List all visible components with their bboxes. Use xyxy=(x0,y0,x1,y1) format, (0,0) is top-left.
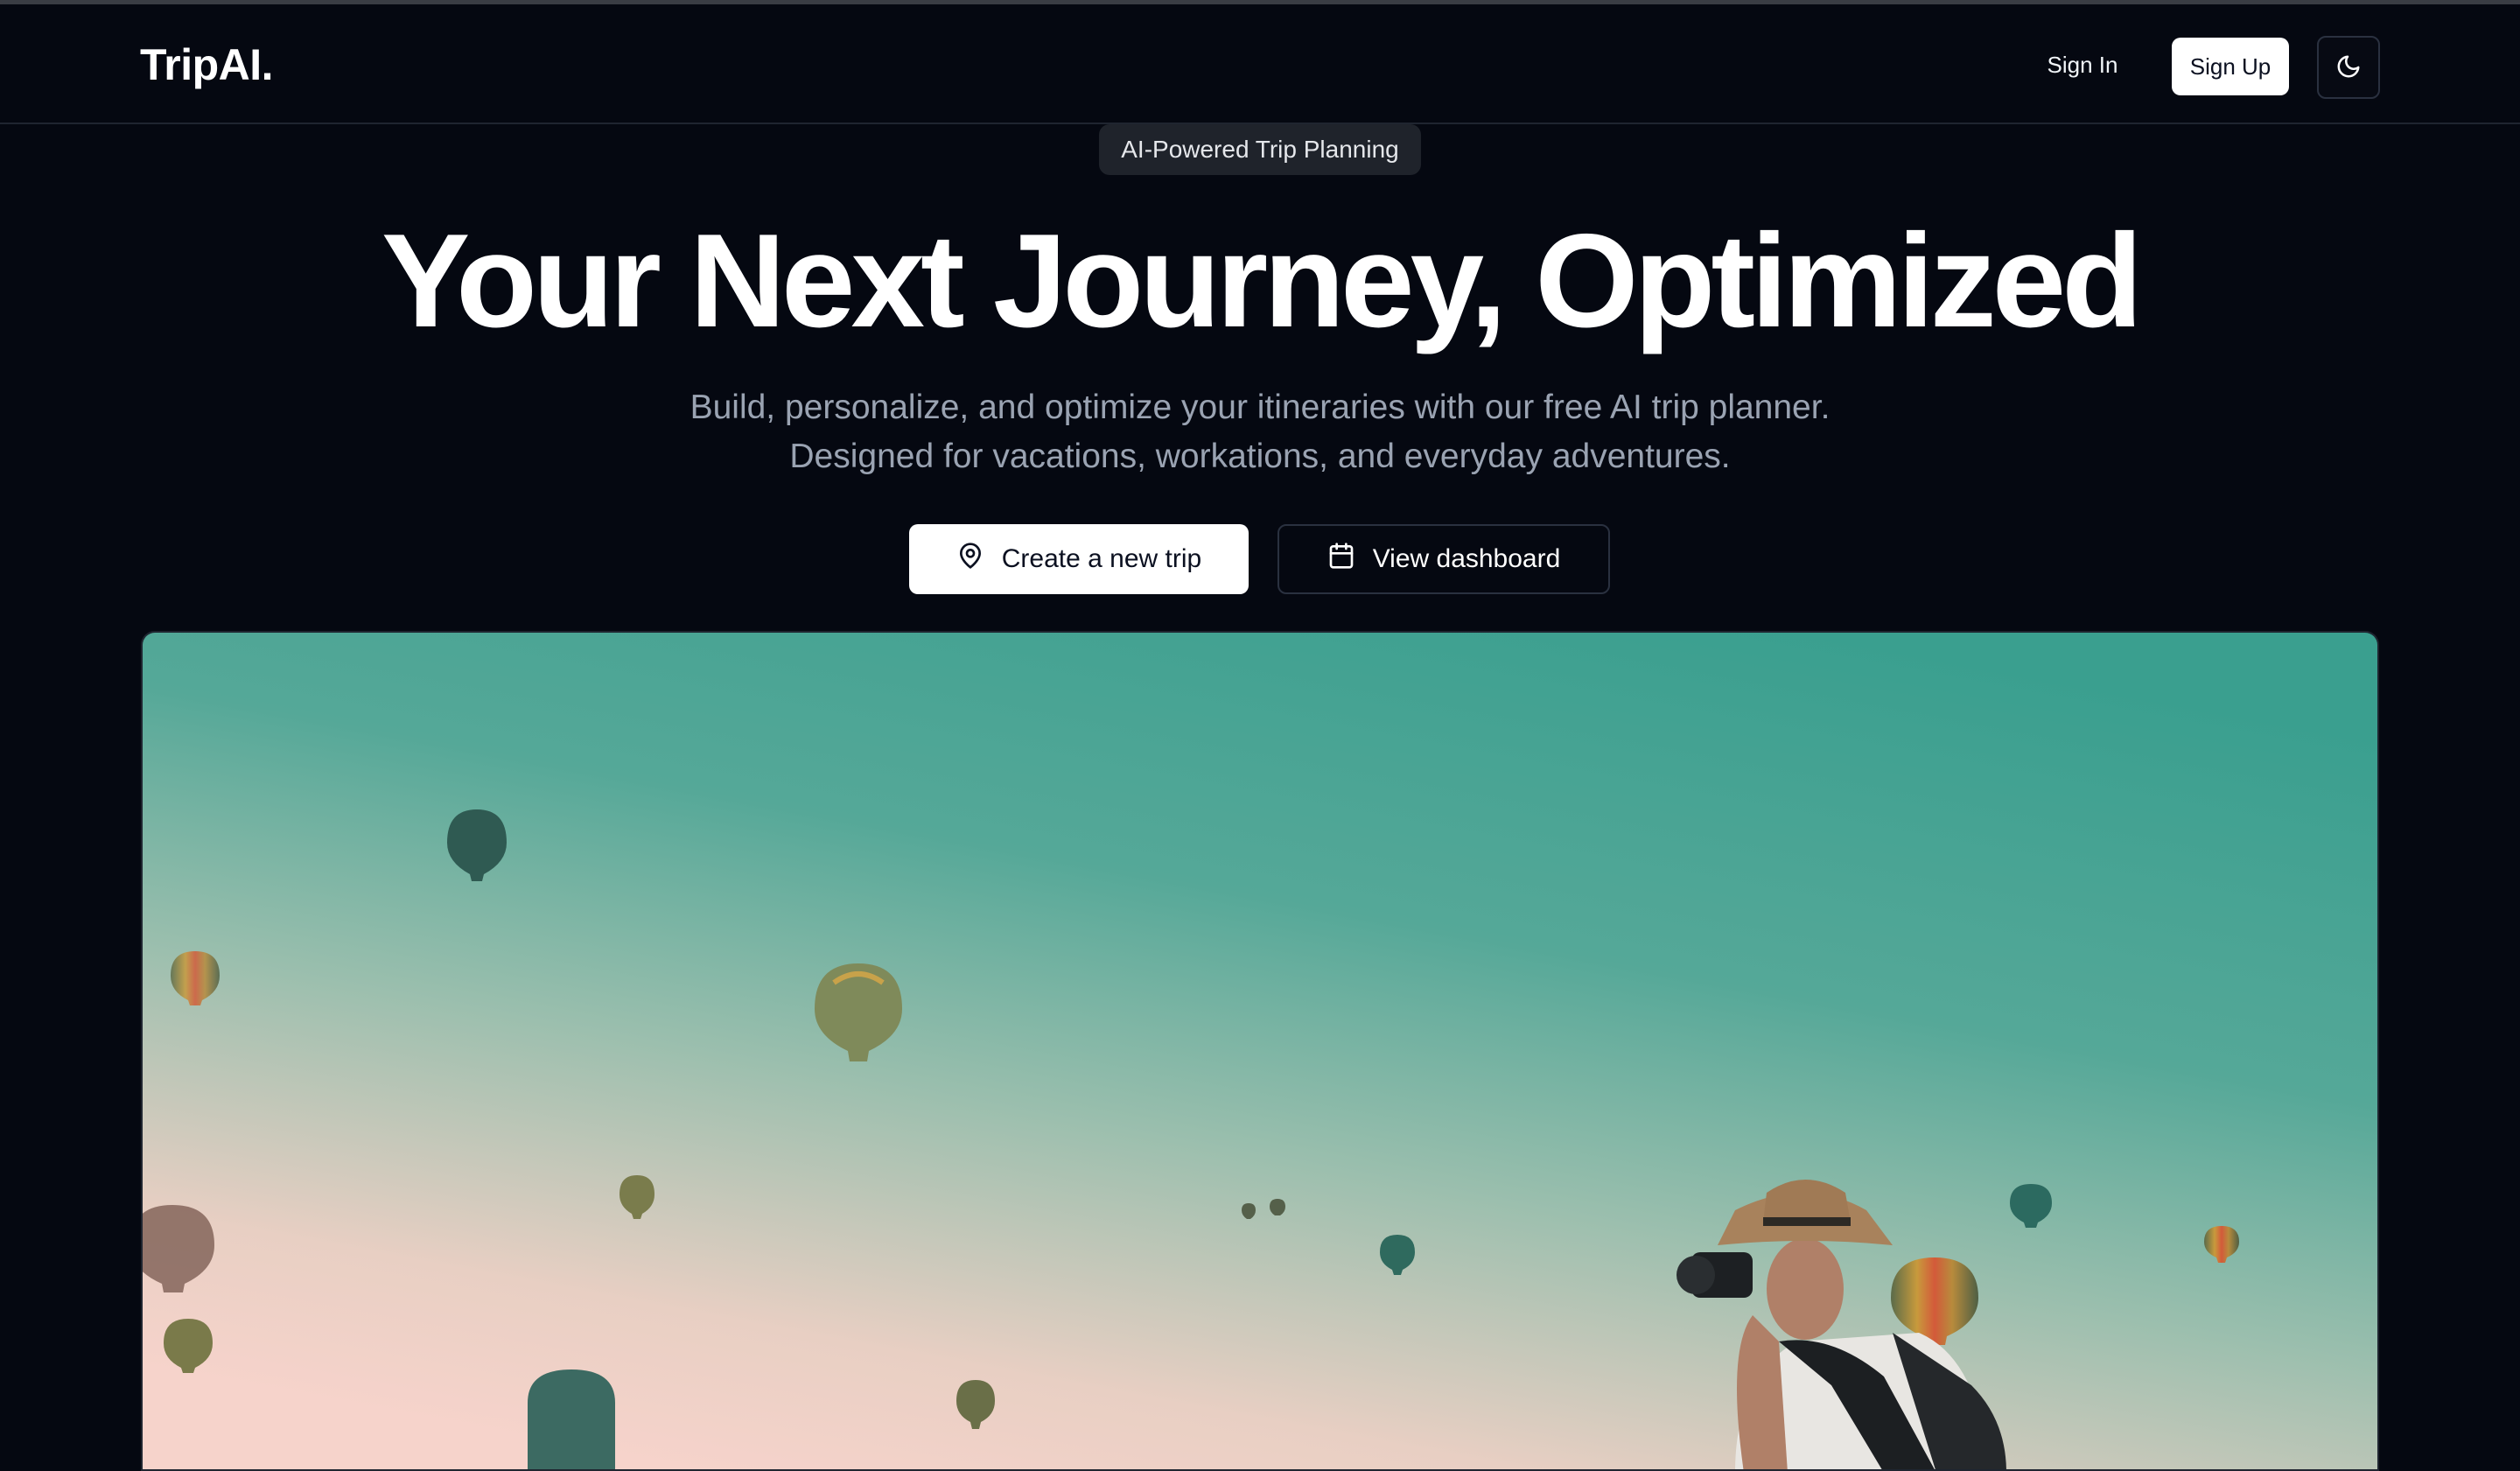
subtitle-line-1: Build, personalize, and optimize your it… xyxy=(690,389,1830,426)
moon-icon xyxy=(2335,53,2362,82)
map-pin-icon xyxy=(956,542,984,577)
create-trip-button[interactable]: Create a new trip xyxy=(909,524,1249,594)
subtitle-line-2: Designed for vacations, workations, and … xyxy=(789,438,1731,475)
hero-subtitle: Build, personalize, and optimize your it… xyxy=(0,383,2520,481)
balloon xyxy=(528,1369,615,1469)
view-dashboard-button[interactable]: View dashboard xyxy=(1278,524,1610,594)
page-title: Your Next Journey, Optimized xyxy=(381,207,2143,355)
theme-toggle-button[interactable] xyxy=(2317,36,2380,99)
hero-image xyxy=(141,631,2379,1471)
sign-up-button[interactable]: Sign Up xyxy=(2172,38,2289,95)
feature-badge: AI-Powered Trip Planning xyxy=(1099,124,1421,175)
sign-in-button[interactable]: Sign In xyxy=(2012,36,2152,94)
create-trip-label: Create a new trip xyxy=(1001,544,1202,573)
view-dashboard-label: View dashboard xyxy=(1372,544,1561,573)
calendar-icon xyxy=(1327,542,1355,577)
site-header: TripAI. Sign In Sign Up xyxy=(0,4,2520,124)
logo[interactable]: TripAI. xyxy=(140,39,274,90)
